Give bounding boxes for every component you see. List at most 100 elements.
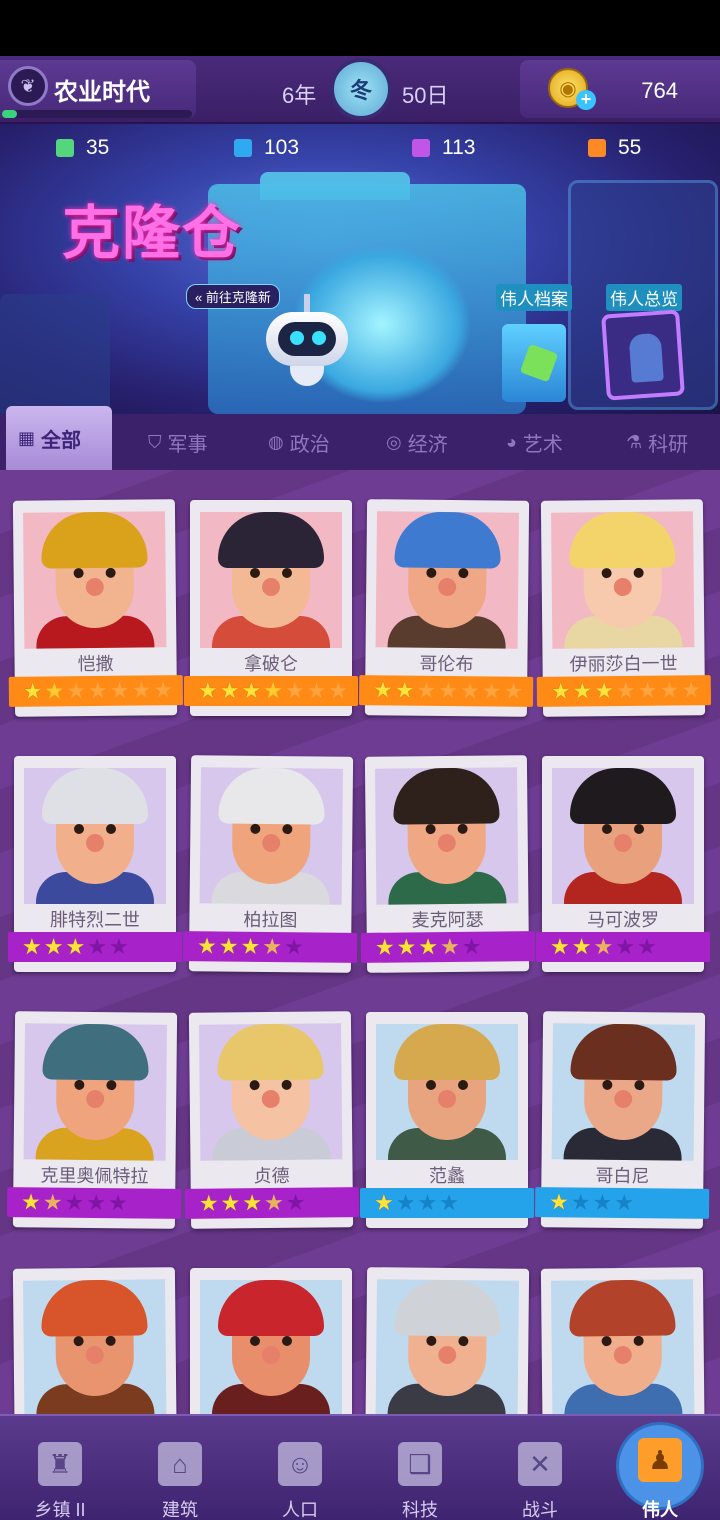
hero-portrait bbox=[551, 1023, 696, 1161]
hero-card[interactable]: 恺撒 ★ ★ ★ ★ ★ ★ ★ bbox=[8, 499, 184, 717]
portrait-eye bbox=[105, 1335, 116, 1346]
star-icon: ★ bbox=[681, 677, 702, 703]
nav-house[interactable]: ⌂ 建筑 bbox=[120, 1416, 240, 1520]
star-icon: ★ bbox=[43, 934, 64, 959]
star-icon: ★ bbox=[153, 677, 174, 703]
portrait-eye bbox=[633, 567, 644, 578]
resource-blue: 103 bbox=[234, 136, 299, 160]
portrait-hair bbox=[218, 767, 326, 825]
hero-card[interactable]: 马可波罗 ★ ★ ★ ★ ★ bbox=[536, 756, 710, 972]
tab-art[interactable]: ◕ 艺术 bbox=[506, 414, 563, 470]
portrait-eye bbox=[601, 568, 612, 579]
portrait-hair bbox=[40, 1279, 148, 1337]
tab-military[interactable]: ⛉ 军事 bbox=[148, 414, 208, 470]
hero-card[interactable]: 腓特烈二世 ★ ★ ★ ★ ★ bbox=[8, 756, 182, 972]
portrait-hair bbox=[40, 511, 148, 569]
hero-card[interactable]: 哥伦布 ★ ★ ★ ★ ★ ★ ★ bbox=[358, 499, 534, 717]
star-icon: ★ bbox=[615, 677, 636, 704]
hero-card[interactable]: 柏拉图 ★ ★ ★ ★ ★ bbox=[182, 755, 358, 973]
tab-military-label: 军事 bbox=[167, 433, 208, 456]
star-rating: ★ ★ ★ ★ ★ bbox=[536, 932, 710, 962]
hero-card[interactable]: 伊丽莎白一世 ★ ★ ★ ★ ★ ★ ★ bbox=[536, 499, 712, 717]
nav-castle[interactable]: ♜ 乡镇 II bbox=[0, 1416, 120, 1520]
hero-card[interactable]: 哥白尼 ★ ★ ★ ★ bbox=[534, 1011, 710, 1229]
star-icon: ★ bbox=[87, 934, 107, 959]
tab-all-label: 全部 bbox=[41, 429, 82, 452]
star-icon: ★ bbox=[571, 934, 592, 959]
star-icon: ★ bbox=[263, 678, 283, 703]
resource-green-value: 35 bbox=[86, 136, 110, 159]
hero-name: 哥伦布 bbox=[419, 653, 474, 675]
portrait-eye bbox=[250, 823, 261, 834]
hero-card[interactable]: 麦克阿瑟 ★ ★ ★ ★ ★ bbox=[360, 755, 536, 973]
star-icon: ★ bbox=[374, 1190, 394, 1215]
person-icon: ☺ bbox=[278, 1442, 322, 1486]
swords-icon: ✕ bbox=[518, 1442, 562, 1486]
hero-card[interactable]: 贞德 ★ ★ ★ ★ ★ bbox=[184, 1011, 360, 1229]
portrait-nose bbox=[86, 834, 104, 852]
portrait-eye bbox=[73, 1336, 84, 1347]
hero-overview-button[interactable]: 伟人总览 bbox=[598, 284, 700, 404]
season-badge[interactable]: 冬 bbox=[330, 58, 392, 120]
tab-all[interactable]: ▦ 全部 bbox=[6, 406, 112, 470]
star-rating: ★ ★ ★ ★ ★ ★ ★ bbox=[8, 675, 184, 707]
portrait-eye bbox=[282, 1336, 292, 1346]
portrait-hair bbox=[568, 1279, 676, 1337]
hero-name: 范蠡 bbox=[429, 1166, 465, 1186]
hero-card[interactable] bbox=[190, 1268, 352, 1414]
star-rating: ★ ★ ★ ★ ★ bbox=[184, 1187, 360, 1219]
star-icon: ★ bbox=[107, 1190, 128, 1216]
resource-orange: 55 bbox=[588, 136, 641, 160]
star-icon: ★ bbox=[549, 1189, 570, 1215]
hero-name: 拿破仑 bbox=[244, 654, 298, 674]
star-icon: ★ bbox=[438, 677, 459, 704]
green-ticket-icon bbox=[56, 139, 74, 157]
hero-card[interactable]: 克里奥佩特拉 ★ ★ ★ ★ ★ bbox=[6, 1011, 182, 1229]
hero-card[interactable] bbox=[540, 1267, 706, 1414]
portrait-nose bbox=[614, 834, 632, 852]
bottom-nav: ♜ 乡镇 II ⌂ 建筑 ☺ 人口 ❑ 科技 ✕ 战斗 ♟ 伟人 bbox=[0, 1414, 720, 1520]
star-icon: ★ bbox=[615, 934, 635, 959]
tab-politics[interactable]: ◍ 政治 bbox=[268, 414, 330, 470]
hero-portrait bbox=[23, 1023, 168, 1161]
portrait-eye bbox=[458, 1336, 469, 1347]
portrait-hair bbox=[394, 511, 502, 569]
robot-icon[interactable] bbox=[266, 294, 348, 386]
nav-swords[interactable]: ✕ 战斗 bbox=[480, 1416, 600, 1520]
resource-blue-value: 103 bbox=[264, 136, 300, 159]
hero-portrait bbox=[198, 1023, 343, 1161]
coins-panel[interactable]: ◉ + 764 bbox=[520, 60, 720, 118]
orange-ticket-icon bbox=[588, 139, 606, 157]
add-coins-icon[interactable]: + bbox=[576, 90, 596, 110]
portrait-eye bbox=[74, 1079, 85, 1090]
hero-card[interactable]: 拿破仑 ★ ★ ★ ★ ★ ★ ★ bbox=[184, 500, 358, 716]
hero-card[interactable] bbox=[12, 1267, 178, 1414]
portrait-eye bbox=[426, 567, 437, 578]
era-panel[interactable]: ❦ 农业时代 bbox=[0, 60, 196, 118]
hero-card[interactable]: 范蠡 ★ ★ ★ ★ bbox=[360, 1012, 534, 1228]
nav-person[interactable]: ☺ 人口 bbox=[240, 1416, 360, 1520]
portrait-eye bbox=[105, 567, 116, 578]
portrait-eye bbox=[458, 1080, 468, 1090]
nav-bust[interactable]: ♟ 伟人 bbox=[600, 1416, 720, 1520]
portrait-hair bbox=[218, 1280, 324, 1336]
portrait-eye bbox=[633, 1335, 644, 1346]
star-icon: ★ bbox=[396, 934, 417, 960]
star-icon: ★ bbox=[593, 934, 614, 959]
nav-book[interactable]: ❑ 科技 bbox=[360, 1416, 480, 1520]
star-icon: ★ bbox=[373, 677, 394, 703]
portrait-eye bbox=[634, 824, 644, 834]
portrait-eye bbox=[457, 823, 468, 834]
hero-card[interactable] bbox=[364, 1267, 530, 1414]
house-icon: ⌂ bbox=[158, 1442, 202, 1486]
era-progress-fill bbox=[2, 110, 18, 118]
tab-economy[interactable]: ◎ 经济 bbox=[386, 414, 448, 470]
hero-files-button[interactable]: 伟人档案 bbox=[496, 284, 576, 404]
hero-portrait bbox=[22, 511, 167, 649]
star-rating: ★ ★ ★ ★ ★ bbox=[6, 1187, 182, 1219]
star-icon: ★ bbox=[220, 1190, 241, 1216]
star-icon: ★ bbox=[418, 934, 439, 960]
resource-bar: 35 103 113 55 bbox=[0, 126, 720, 170]
tab-research[interactable]: ⚗ 科研 bbox=[626, 414, 688, 470]
portrait-eye bbox=[458, 568, 469, 579]
